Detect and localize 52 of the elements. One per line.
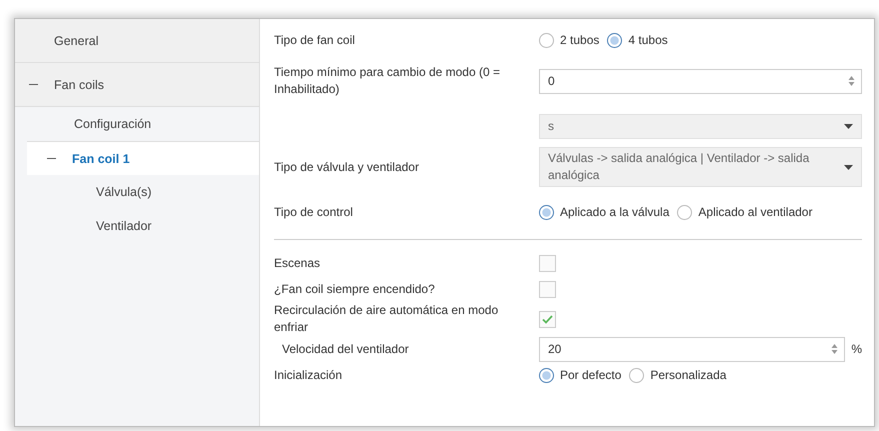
spinner-icon[interactable] [831,343,838,355]
sidebar-item-label: General [54,34,98,48]
field-label: Tipo de válvula y ventilador [274,158,420,176]
sidebar-item-label: Válvula(s) [96,185,152,199]
caret-icon [844,164,853,170]
radio-button[interactable] [677,204,692,220]
radio-option[interactable]: Aplicado al ventilador [677,204,812,220]
dropdown[interactable]: s [539,114,862,138]
checkbox[interactable] [539,280,556,298]
number-field[interactable]: 0 [539,68,862,94]
field-label: Tipo de control [274,204,354,220]
field-label: Velocidad del ventilador [281,340,410,358]
sidebar-item-label: Fan coil 1 [72,152,130,166]
sidebar-item[interactable]: Configuración [15,107,259,141]
radio-button[interactable] [629,368,644,382]
radio-label: Por defecto [560,368,622,382]
spinner-icon[interactable] [848,75,855,87]
field-label: Tiempo mínimo para cambio de modo (0 = Inhabilitado) [274,64,501,98]
radio-button[interactable] [539,368,554,382]
sidebar-item-label: Ventilador [96,219,152,233]
radio-label: 4 tubos [628,33,668,47]
sidebar-item-label: Configuración [74,117,152,131]
radio-option[interactable]: 4 tubos [607,32,668,48]
field-label: Tipo de fan coil [274,32,356,48]
sidebar-item[interactable]: Ventilador [15,209,259,243]
radio-option[interactable]: 2 tubos [539,32,600,48]
field-label: ¿Fan coil siempre encendido? [274,280,436,298]
sidebar-item-label: Fan coils [54,78,104,92]
radio-button[interactable] [607,32,622,48]
field-label: Inicialización [274,366,344,384]
number-field[interactable]: 20 [539,336,846,362]
caret-icon [844,124,853,128]
sidebar-item[interactable]: Válvula(s) [15,175,259,209]
radio-button[interactable] [539,204,554,220]
field-label: Recirculación de aire automática en modo enfriar [274,302,500,336]
radio-option[interactable]: Por defecto [539,368,622,382]
checkbox[interactable] [539,310,556,328]
radio-button[interactable] [539,32,554,48]
radio-label: 2 tubos [560,33,600,47]
check-icon [542,314,553,324]
unit-label: % [851,342,862,356]
radio-label: Aplicado a la válvula [560,205,670,219]
radio-option[interactable]: Personalizada [629,368,726,382]
sidebar-item[interactable]: Fan coils [15,63,259,107]
sidebar-item[interactable]: Fan coil 1 [27,141,259,175]
checkbox[interactable] [539,254,556,272]
radio-label: Aplicado al ventilador [698,205,812,219]
field-label: Escenas [274,254,322,272]
radio-option[interactable]: Aplicado a la válvula [539,204,670,220]
sidebar-item[interactable]: General [15,19,259,63]
radio-label: Personalizada [650,368,726,382]
dropdown[interactable]: Válvulas -> salida analógica | Ventilador -> salida analógica [539,147,862,187]
